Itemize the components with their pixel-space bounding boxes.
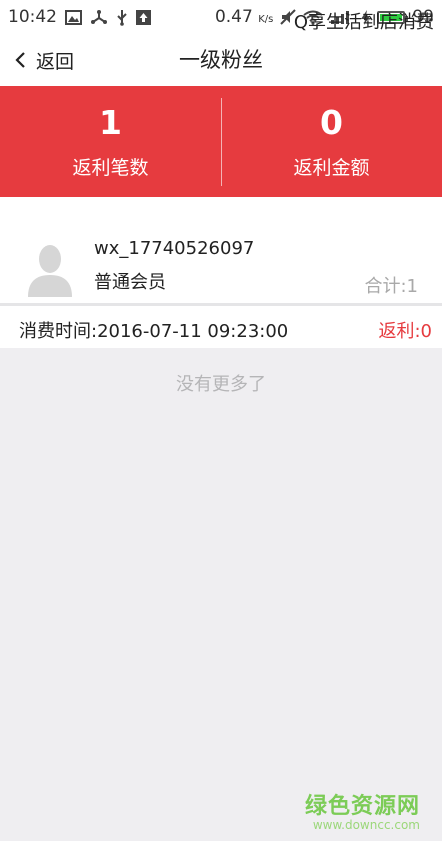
stats-banner: 1 返利笔数 0 返利金额: [0, 86, 442, 197]
rebate-count-label: 返利笔数: [72, 157, 149, 179]
rebate-amount-stat: 0 返利金额: [221, 86, 442, 197]
stats-divider: [221, 98, 222, 186]
back-label: 返回: [36, 50, 75, 73]
avatar-icon: [28, 245, 72, 297]
watermark: 绿色资源网 www.downcc.com: [305, 788, 420, 832]
image-icon: [65, 9, 82, 25]
share-icon: [91, 10, 107, 24]
rebate-count-value: 1: [99, 103, 122, 142]
chevron-left-icon: [15, 52, 25, 68]
rebate-count-stat: 1 返利笔数: [0, 86, 221, 197]
no-more-text: 没有更多了: [176, 374, 266, 395]
username: wx_17740526097: [94, 238, 255, 259]
list-item[interactable]: 消费时间:2016-07-11 09:23:00 返利:0: [0, 306, 442, 348]
member-level: 普通会员: [94, 272, 166, 293]
merchant-name: Q享生活到店消费: [293, 12, 434, 33]
consumption-time: 消费时间:2016-07-11 09:23:00: [19, 321, 289, 342]
watermark-brand: 绿色资源网: [304, 794, 420, 819]
upload-icon: [136, 9, 151, 25]
rebate-amount-label: 返利金额: [293, 157, 370, 179]
watermark-url: www.downcc.com: [312, 818, 420, 832]
clock: 10:42: [8, 7, 57, 27]
nav-bar: 一级粉丝 返回: [0, 34, 442, 86]
total-count: 合计:1: [364, 276, 418, 297]
back-button[interactable]: 返回: [14, 34, 74, 86]
rebate-value: 返利:0: [378, 321, 432, 342]
usb-icon: [117, 9, 127, 26]
network-speed: 0.47 K/s: [214, 7, 274, 27]
rebate-amount-value: 0: [320, 103, 343, 142]
